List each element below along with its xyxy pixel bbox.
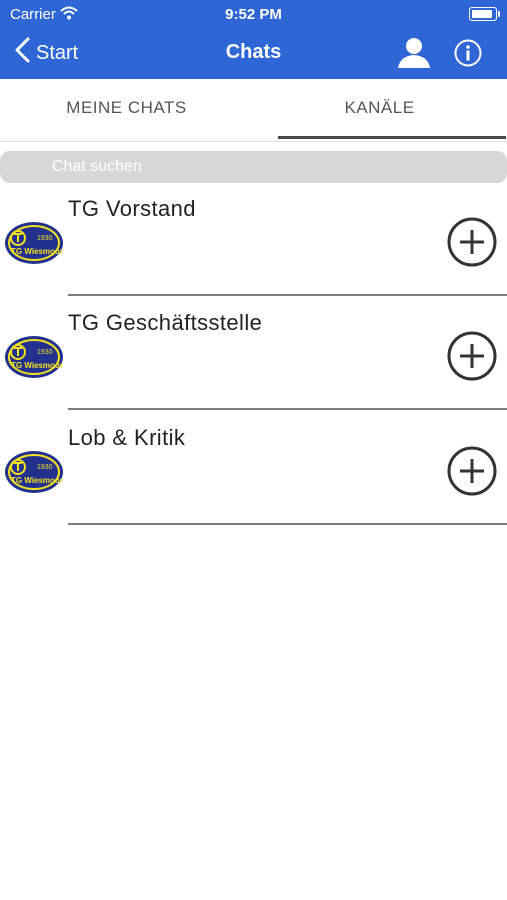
channel-name: TG Vorstand <box>68 196 196 221</box>
list-item[interactable]: 1930 TG Wiesmoor Lob & Kritik <box>0 411 507 525</box>
search-input[interactable] <box>0 151 482 183</box>
selected-tab-indicator <box>278 136 506 139</box>
divider <box>68 523 507 525</box>
add-channel-button[interactable] <box>447 446 497 496</box>
info-icon[interactable] <box>454 39 482 67</box>
search-bar <box>0 151 507 183</box>
tab-meine-chats[interactable]: MEINE CHATS <box>0 79 253 139</box>
plus-circle-icon <box>447 217 497 267</box>
svg-text:TG Wiesmoor: TG Wiesmoor <box>11 247 63 256</box>
battery-icon <box>469 7 500 21</box>
tab-bar: MEINE CHATS KANÄLE <box>0 79 507 142</box>
divider <box>68 408 507 410</box>
svg-text:TG Wiesmoor: TG Wiesmoor <box>11 361 63 370</box>
top-bar: Carrier 9:52 PM Start Chats <box>0 0 507 79</box>
club-logo: 1930 TG Wiesmoor <box>4 334 64 380</box>
user-icon[interactable] <box>396 37 432 69</box>
add-channel-button[interactable] <box>447 331 497 381</box>
status-bar: Carrier 9:52 PM <box>0 0 507 28</box>
club-logo: 1930 TG Wiesmoor <box>4 449 64 495</box>
channel-name: TG Geschäftsstelle <box>68 310 263 335</box>
tab-kanaele[interactable]: KANÄLE <box>253 79 506 139</box>
svg-text:1930: 1930 <box>37 235 53 242</box>
svg-text:1930: 1930 <box>37 464 53 471</box>
clock: 9:52 PM <box>225 6 282 23</box>
club-logo: 1930 TG Wiesmoor <box>4 220 64 266</box>
add-channel-button[interactable] <box>447 217 497 267</box>
channel-name: Lob & Kritik <box>68 425 186 450</box>
list-item[interactable]: 1930 TG Wiesmoor TG Geschäftsstelle <box>0 296 507 410</box>
plus-circle-icon <box>447 331 497 381</box>
svg-text:1930: 1930 <box>37 349 53 356</box>
plus-circle-icon <box>447 446 497 496</box>
svg-text:TG Wiesmoor: TG Wiesmoor <box>11 476 63 485</box>
tab-kanaele-label: KANÄLE <box>344 98 415 117</box>
list-item[interactable]: 1930 TG Wiesmoor TG Vorstand <box>0 182 507 296</box>
